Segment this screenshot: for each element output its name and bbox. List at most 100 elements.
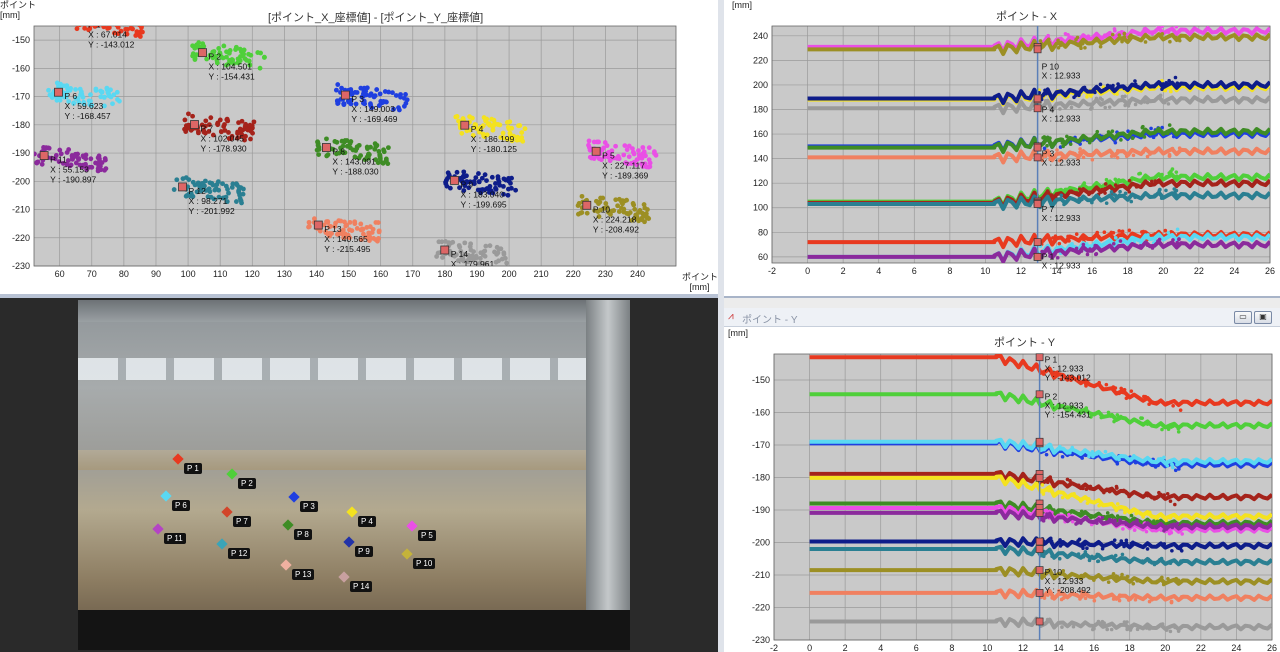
y-x-tick-label: 10 <box>982 643 992 652</box>
scatter-y-tick-label: -200 <box>12 176 30 186</box>
x-x-tick-label: 2 <box>841 266 846 276</box>
x-x-tick-label: -2 <box>768 266 776 276</box>
scatter-x-tick-label: 170 <box>405 269 420 279</box>
camera-marker[interactable] <box>282 519 294 531</box>
y-cursor-marker <box>1035 437 1044 446</box>
scatter-x-tick-label: 240 <box>630 269 645 279</box>
x-x-tick-label: 18 <box>1123 266 1133 276</box>
camera-view: P 1 P 2 P 3 P 4 P 5 P 6 P 7 P 8 P 9 P 10 P 11 P 12 P… <box>0 298 718 652</box>
x-x-tick-label: 16 <box>1087 266 1097 276</box>
scatter-y-tick-label: -180 <box>12 120 30 130</box>
scatter-point-x: X : 186.199 <box>471 134 515 144</box>
y-x-tick-label: 26 <box>1267 643 1277 652</box>
scatter-x-tick-label: 110 <box>213 269 227 279</box>
camera-marker[interactable] <box>406 520 418 532</box>
y-time-plot[interactable]: -2 0 2 4 6 8 10 12 14 16 18 20 22 24 26-150-160-170-18… <box>724 308 1280 652</box>
x-x-tick-label: 8 <box>947 266 952 276</box>
camera-marker[interactable] <box>152 523 164 535</box>
scatter-point-x: X : 227.117 <box>602 160 645 170</box>
scatter-point-marker <box>190 120 199 129</box>
y-x-tick-label: 6 <box>914 643 919 652</box>
x-cursor-marker <box>1033 153 1042 162</box>
y-x-tick-label: 16 <box>1089 643 1099 652</box>
scatter-x-tick-label: 130 <box>277 269 292 279</box>
camera-marker[interactable] <box>226 468 238 480</box>
scatter-x-tick-label: 140 <box>309 269 324 279</box>
scatter-point-name: P 9 <box>461 179 474 189</box>
x-cursor-x-value: X : 12.933 <box>1042 113 1081 123</box>
camera-marker[interactable] <box>221 506 233 518</box>
x-y-tick-label: 80 <box>758 227 768 237</box>
tank-bottom <box>78 610 630 650</box>
camera-marker[interactable] <box>401 548 413 560</box>
scatter-x-tick-label: 190 <box>469 269 484 279</box>
y-x-tick-label: 2 <box>843 643 848 652</box>
x-time-window: ポイント - X [mm] -2 0 2 4 6 8 10 12 14 16 18 20 22 24 26 6… <box>724 0 1280 298</box>
scatter-point-name: P 11 <box>50 155 67 165</box>
camera-marker[interactable] <box>338 571 350 583</box>
x-y-tick-label: 240 <box>753 31 768 41</box>
scatter-point-marker <box>591 146 601 156</box>
y-x-tick-label: 18 <box>1125 643 1135 652</box>
x-y-tick-label: 140 <box>753 154 768 164</box>
camera-marker[interactable] <box>160 490 172 502</box>
scatter-point-x: X : 179.961 <box>451 259 495 269</box>
scatter-point-y: Y : -168.457 <box>64 111 110 121</box>
scatter-x-tick-label: 60 <box>55 269 65 279</box>
x-y-tick-label: 180 <box>753 105 768 115</box>
scatter-plot[interactable]: 60 70 80 90 100 110 120 130 140 150 160 170 180 190 20… <box>0 0 718 294</box>
y-cursor-marker <box>1035 617 1044 626</box>
tank-top-frame <box>78 300 630 322</box>
y-x-tick-label: 22 <box>1196 643 1206 652</box>
scatter-point-name: P 10 <box>593 204 611 214</box>
camera-frame[interactable]: P 1 P 2 P 3 P 4 P 5 P 6 P 7 P 8 P 9 P 10 P 11 P 12 P… <box>78 300 630 650</box>
camera-marker-label: P 7 <box>233 516 251 527</box>
x-cursor-marker <box>1033 238 1042 246</box>
x-y-tick-label: 60 <box>758 252 768 262</box>
scatter-point-x: X : 59.623 <box>64 101 103 111</box>
scatter-point-x: X : 67.014 <box>88 29 127 39</box>
y-y-tick-label: -210 <box>752 570 770 580</box>
x-time-plot[interactable]: -2 0 2 4 6 8 10 12 14 16 18 20 22 24 26608010012014016… <box>724 0 1280 294</box>
scatter-point-x: X : 140.565 <box>324 234 368 244</box>
scatter-point-name: P 7 <box>201 124 214 134</box>
x-cursor-marker <box>1033 253 1042 261</box>
camera-marker[interactable] <box>346 506 358 518</box>
scatter-point-marker <box>440 245 450 255</box>
scatter-point-marker <box>450 176 459 185</box>
y-y-tick-label: -180 <box>752 473 770 483</box>
camera-marker[interactable] <box>216 538 228 550</box>
x-x-tick-label: 26 <box>1265 266 1275 276</box>
scatter-point-name: P 13 <box>324 224 342 234</box>
camera-marker-label: P 10 <box>413 558 436 569</box>
x-x-tick-label: 0 <box>805 266 810 276</box>
scatter-y-tick-label: -220 <box>12 233 30 243</box>
camera-marker-label: P 9 <box>355 546 373 557</box>
camera-marker[interactable] <box>343 536 355 548</box>
scatter-point-x: X : 55.153 <box>50 165 89 175</box>
scatter-point-x: X : 98.271 <box>189 196 228 206</box>
scatter-point-name: P 1 <box>88 19 101 29</box>
scatter-point-x: X : 143.091 <box>332 156 376 166</box>
camera-marker-label: P 14 <box>350 581 373 592</box>
x-x-tick-label: 22 <box>1194 266 1204 276</box>
x-y-tick-label: 220 <box>753 55 768 65</box>
y-x-tick-label: -2 <box>770 643 778 652</box>
camera-marker[interactable] <box>280 559 292 571</box>
scatter-point-x: X : 149.003 <box>351 104 395 114</box>
scatter-y-tick-label: -160 <box>12 63 30 73</box>
scatter-x-tick-label: 70 <box>87 269 97 279</box>
y-cursor-marker <box>1035 509 1044 517</box>
scatter-point-name: P 8 <box>332 146 345 156</box>
scatter-x-tick-label: 160 <box>373 269 388 279</box>
scatter-point-name: P 14 <box>451 249 469 259</box>
scatter-x-tick-label: 120 <box>245 269 260 279</box>
x-cursor-marker <box>1033 200 1042 208</box>
y-cursor-y-value: Y : -143.012 <box>1045 372 1091 382</box>
x-cursor-marker <box>1033 94 1042 103</box>
camera-marker-label: P 4 <box>358 516 376 527</box>
scatter-point-name: P 4 <box>471 124 484 134</box>
camera-marker[interactable] <box>288 491 300 503</box>
x-cursor-marker <box>1033 45 1042 54</box>
y-y-tick-label: -170 <box>752 440 770 450</box>
